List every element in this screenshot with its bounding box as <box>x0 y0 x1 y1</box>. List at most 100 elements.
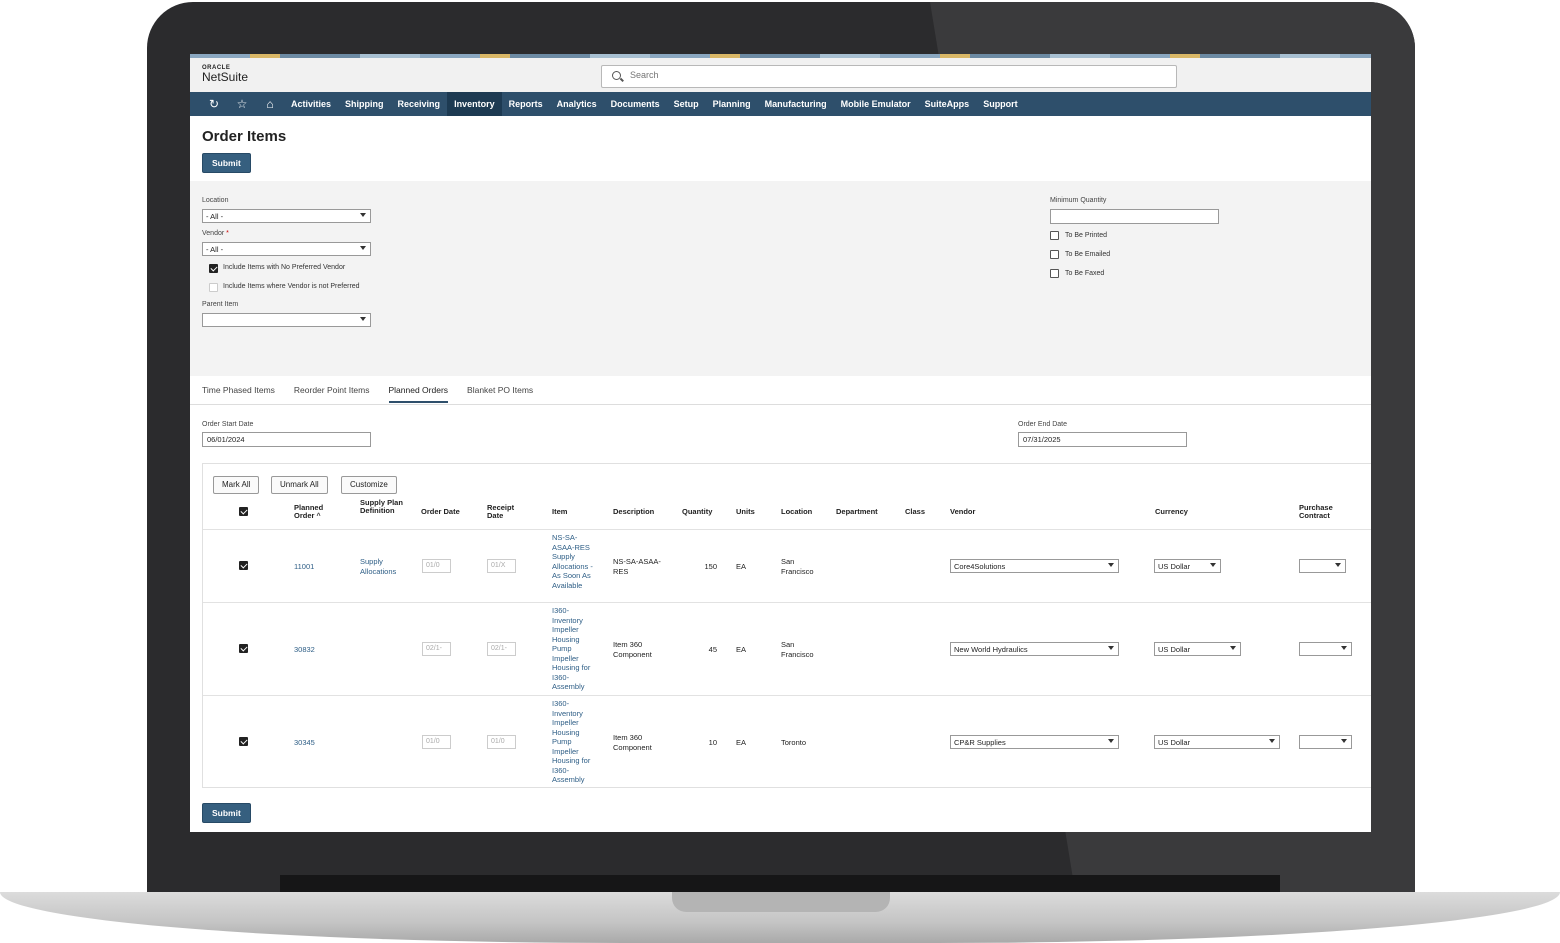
nav-manufacturing[interactable]: Manufacturing <box>758 92 834 116</box>
min-qty-input[interactable] <box>1050 209 1219 224</box>
col-planned-order[interactable]: Planned Order ^ <box>294 504 334 521</box>
vendor-label-text: Vendor <box>202 230 225 237</box>
no-preferred-vendor-label: Include Items with No Preferred Vendor <box>223 264 346 271</box>
to-be-printed-label: To Be Printed <box>1065 232 1108 239</box>
nav-support[interactable]: Support <box>976 92 1025 116</box>
currency-dropdown-value: US Dollar <box>1158 562 1191 571</box>
order-date-field[interactable]: 02/1- <box>422 642 451 656</box>
nav-planning[interactable]: Planning <box>706 92 758 116</box>
order-date-field[interactable]: 01/0 <box>422 559 451 573</box>
item-link[interactable]: I360-Inventory Impeller Housing Pump Imp… <box>552 606 596 692</box>
receipt-date-field[interactable]: 01/X <box>487 559 516 573</box>
vendor-dropdown[interactable]: New World Hydraulics <box>950 642 1119 656</box>
purchase-contract-dropdown[interactable] <box>1299 642 1352 656</box>
main-nav: ↻ ☆ ⌂ Activities Shipping Receiving Inve… <box>190 92 1371 116</box>
item-link[interactable]: NS-SA-ASAA-RES Supply Allocations - As S… <box>552 533 596 590</box>
col-receipt-date[interactable]: Receipt Date <box>487 504 521 520</box>
tab-reorder-point-items[interactable]: Reorder Point Items <box>294 385 370 403</box>
tab-time-phased-items[interactable]: Time Phased Items <box>202 385 275 403</box>
logo-netsuite-text: NetSuite <box>202 70 249 84</box>
currency-dropdown[interactable]: US Dollar <box>1154 559 1221 573</box>
header: ORACLE NetSuite <box>190 58 1371 92</box>
currency-dropdown[interactable]: US Dollar <box>1154 735 1280 749</box>
vendor-dropdown-value: New World Hydraulics <box>954 645 1028 654</box>
nav-activities[interactable]: Activities <box>284 92 338 116</box>
tab-planned-orders[interactable]: Planned Orders <box>388 385 449 403</box>
col-vendor[interactable]: Vendor <box>950 508 975 516</box>
planned-order-link[interactable]: 30832 <box>294 645 315 655</box>
no-preferred-vendor-checkbox[interactable] <box>209 264 218 273</box>
receipt-date-field[interactable]: 01/0 <box>487 735 516 749</box>
order-date-field[interactable]: 01/0 <box>422 735 451 749</box>
vendor-dropdown[interactable]: Core4Solutions <box>950 559 1119 573</box>
to-be-faxed-checkbox[interactable] <box>1050 269 1059 278</box>
vendor-dropdown[interactable]: CP&R Supplies <box>950 735 1119 749</box>
col-supply-plan[interactable]: Supply Plan Definition <box>360 499 405 515</box>
not-preferred-vendor-label: Include Items where Vendor is not Prefer… <box>223 283 360 290</box>
nav-inventory[interactable]: Inventory <box>447 92 502 116</box>
search-input[interactable] <box>630 70 1150 80</box>
global-search[interactable] <box>601 65 1177 88</box>
col-location[interactable]: Location <box>781 508 812 516</box>
laptop-frame: ORACLE NetSuite ↻ ☆ ⌂ Activities Shippin… <box>0 0 1560 943</box>
purchase-contract-dropdown[interactable] <box>1299 559 1346 573</box>
col-order-date[interactable]: Order Date <box>421 508 460 516</box>
nav-setup[interactable]: Setup <box>667 92 706 116</box>
to-be-printed-checkbox[interactable] <box>1050 231 1059 240</box>
order-start-date-input[interactable]: 06/01/2024 <box>202 432 371 447</box>
col-description[interactable]: Description <box>613 508 654 516</box>
required-marker: * <box>226 230 229 237</box>
star-icon[interactable]: ☆ <box>228 92 256 116</box>
chevron-down-icon <box>360 246 366 250</box>
to-be-emailed-checkbox[interactable] <box>1050 250 1059 259</box>
location-select[interactable]: - All - <box>202 209 371 223</box>
nav-reports[interactable]: Reports <box>502 92 550 116</box>
purchase-contract-dropdown[interactable] <box>1299 735 1352 749</box>
location-cell: Toronto <box>781 738 807 747</box>
order-end-date-input[interactable]: 07/31/2025 <box>1018 432 1187 447</box>
nav-suiteapps[interactable]: SuiteApps <box>918 92 977 116</box>
vendor-dropdown-value: CP&R Supplies <box>954 738 1006 747</box>
col-class[interactable]: Class <box>905 508 925 516</box>
unmark-all-button[interactable]: Unmark All <box>271 476 328 494</box>
item-link[interactable]: I360-Inventory Impeller Housing Pump Imp… <box>552 699 596 785</box>
submit-button-bottom[interactable]: Submit <box>202 803 251 823</box>
order-start-date-label: Order Start Date <box>202 421 254 428</box>
netsuite-logo[interactable]: ORACLE NetSuite <box>202 65 248 83</box>
col-quantity[interactable]: Quantity <box>682 508 712 516</box>
parent-item-select[interactable] <box>202 313 371 327</box>
tab-blanket-po-items[interactable]: Blanket PO Items <box>467 385 533 403</box>
planned-order-link[interactable]: 30345 <box>294 738 315 748</box>
not-preferred-vendor-checkbox[interactable] <box>209 283 218 292</box>
nav-receiving[interactable]: Receiving <box>391 92 448 116</box>
customize-button[interactable]: Customize <box>341 476 397 494</box>
row-select-checkbox[interactable] <box>239 561 248 570</box>
select-all-checkbox[interactable] <box>239 507 248 516</box>
chevron-down-icon <box>1269 739 1275 743</box>
nav-shipping[interactable]: Shipping <box>338 92 391 116</box>
col-currency[interactable]: Currency <box>1155 508 1188 516</box>
col-item[interactable]: Item <box>552 508 567 516</box>
chevron-down-icon <box>1341 646 1347 650</box>
vendor-select[interactable]: - All - <box>202 242 371 256</box>
chevron-down-icon <box>1335 563 1341 567</box>
table-row: 30345 01/0 01/0 I360-Inventory Impeller … <box>203 695 1371 788</box>
submit-button-top[interactable]: Submit <box>202 153 251 173</box>
nav-documents[interactable]: Documents <box>604 92 667 116</box>
home-icon[interactable]: ⌂ <box>256 92 284 116</box>
row-select-checkbox[interactable] <box>239 644 248 653</box>
receipt-date-field[interactable]: 02/1- <box>487 642 516 656</box>
col-department[interactable]: Department <box>836 508 878 516</box>
row-select-checkbox[interactable] <box>239 737 248 746</box>
mark-all-button[interactable]: Mark All <box>213 476 260 494</box>
col-units[interactable]: Units <box>736 508 755 516</box>
planned-order-link[interactable]: 11001 <box>294 562 314 572</box>
location-value: - All - <box>206 212 224 221</box>
screen: ORACLE NetSuite ↻ ☆ ⌂ Activities Shippin… <box>190 54 1371 832</box>
currency-dropdown[interactable]: US Dollar <box>1154 642 1241 656</box>
nav-mobile-emulator[interactable]: Mobile Emulator <box>834 92 918 116</box>
nav-analytics[interactable]: Analytics <box>550 92 604 116</box>
recent-icon[interactable]: ↻ <box>200 92 228 116</box>
supply-plan-link[interactable]: Supply Allocations <box>360 557 406 576</box>
col-purchase-contract[interactable]: Purchase Contract <box>1299 504 1339 520</box>
